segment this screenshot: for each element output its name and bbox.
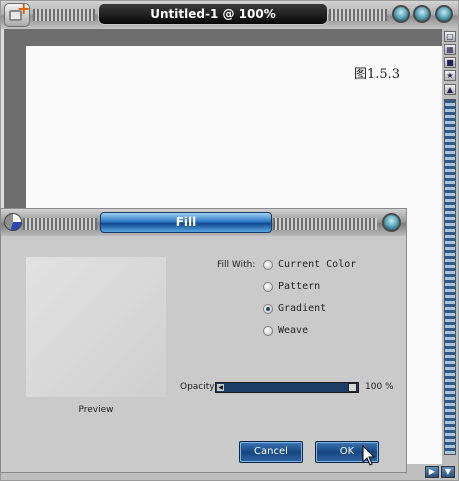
fill-with-label: Fill With: [217, 260, 256, 270]
dialog-grip-right [273, 218, 377, 230]
close-button[interactable] [435, 5, 453, 23]
document-text: 图1.5.3 [354, 67, 401, 82]
minimize-button[interactable] [392, 5, 410, 23]
fill-bucket-icon [4, 213, 22, 231]
opacity-value: 100 % [365, 382, 394, 392]
maximize-button[interactable] [413, 5, 431, 23]
titlebar-grip-left [33, 9, 95, 21]
dialog-title: Fill [100, 212, 272, 233]
new-document-icon[interactable]: + [4, 1, 30, 27]
scroll-down-icon[interactable]: ▼ [441, 466, 455, 478]
window-title: Untitled-1 @ 100% [98, 3, 328, 25]
slider-left-arrow-icon[interactable]: ◀ [217, 384, 224, 391]
grid-icon[interactable]: ▦ [444, 44, 456, 55]
fill-preview [26, 257, 166, 397]
vertical-scroll-track[interactable] [444, 99, 456, 455]
mouse-pointer-icon [362, 445, 376, 466]
dialog-grip-left [23, 218, 97, 230]
scroll-up-icon[interactable]: ▲ [444, 84, 456, 95]
dialog-titlebar[interactable]: Fill [1, 209, 406, 236]
page-icon[interactable]: ▢ [444, 31, 456, 42]
star-icon[interactable]: ★ [444, 70, 456, 81]
radio-button-selected[interactable] [263, 304, 273, 314]
scroll-right-icon[interactable]: ▶ [425, 466, 439, 478]
dialog-close-button[interactable] [382, 213, 401, 232]
opacity-label: Opacity [180, 382, 215, 392]
titlebar-grip-right [329, 9, 387, 21]
preview-label: Preview [78, 405, 114, 415]
radio-button[interactable] [263, 260, 273, 270]
frame-icon[interactable]: ■ [444, 57, 456, 68]
slider-thumb[interactable] [348, 383, 357, 392]
radio-button[interactable] [263, 282, 273, 292]
cancel-button[interactable]: Cancel [239, 441, 303, 463]
window-titlebar[interactable]: + Untitled-1 @ 100% [1, 1, 458, 29]
vertical-scrollbar[interactable]: ▢ ▦ ■ ★ ▲ [442, 29, 458, 465]
radio-button[interactable] [263, 326, 273, 336]
opacity-slider[interactable]: ◀ [215, 382, 359, 393]
fill-dialog: Fill Preview Fill With: Current Color Pa… [0, 208, 407, 473]
